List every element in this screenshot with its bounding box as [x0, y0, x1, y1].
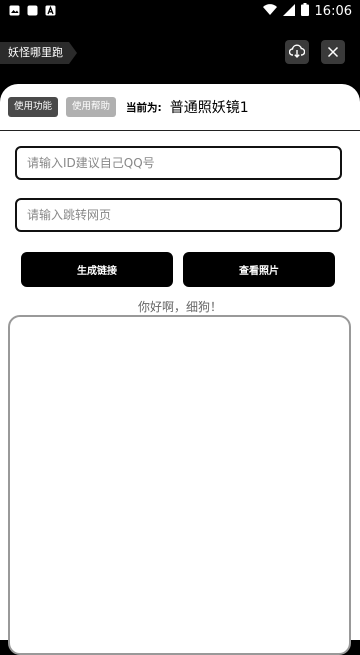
close-button[interactable]	[321, 40, 345, 64]
function-row: 使用功能 使用帮助 当前为: 普通照妖镜1	[8, 97, 249, 117]
status-left	[8, 4, 56, 16]
status-bar: 16:06	[0, 0, 360, 24]
square-icon	[26, 4, 38, 16]
divider	[0, 130, 360, 131]
main-panel: 使用功能 使用帮助 当前为: 普通照妖镜1 生成链接 查看照片 你好啊，细狗！	[0, 84, 360, 655]
wifi-icon	[262, 3, 277, 20]
id-input[interactable]	[15, 146, 342, 180]
signal-icon	[282, 3, 295, 20]
result-area[interactable]	[8, 315, 351, 655]
use-help-tab[interactable]: 使用帮助	[66, 97, 117, 117]
view-photos-button[interactable]: 查看照片	[183, 252, 335, 287]
current-mode-value: 普通照妖镜1	[169, 100, 249, 116]
current-mode-label: 当前为:	[126, 101, 162, 114]
generate-link-button[interactable]: 生成链接	[21, 252, 173, 287]
app-bar: 妖怪哪里跑	[0, 24, 360, 84]
battery-icon	[300, 3, 309, 20]
a-icon	[44, 4, 56, 16]
app-title: 妖怪哪里跑	[0, 42, 77, 64]
cloud-download-button[interactable]	[285, 40, 309, 64]
greeting-text: 你好啊，细狗！	[137, 300, 222, 314]
use-function-tab[interactable]: 使用功能	[8, 97, 59, 117]
status-right: 16:06	[262, 3, 352, 20]
cloud-download-icon	[288, 43, 306, 62]
close-icon	[327, 43, 339, 62]
status-time: 16:06	[314, 4, 352, 19]
image-icon	[8, 4, 20, 16]
url-input[interactable]	[15, 198, 342, 232]
